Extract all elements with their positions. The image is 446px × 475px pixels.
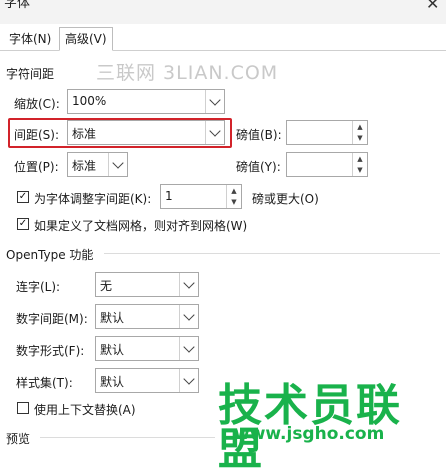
spacing-value: 标准 bbox=[72, 127, 97, 141]
spacing-combo[interactable]: 标准 bbox=[67, 120, 225, 145]
kerning-spinner[interactable]: 1 ▲ ▼ bbox=[160, 184, 242, 209]
spacing-pt-label: 磅值(B): bbox=[236, 128, 282, 142]
spin-down-icon[interactable]: ▼ bbox=[353, 165, 367, 177]
spacing-pt-spinner[interactable]: ▲ ▼ bbox=[286, 120, 368, 145]
scale-dropdown-button[interactable] bbox=[205, 90, 224, 113]
section-divider bbox=[40, 437, 215, 438]
spin-up-icon[interactable]: ▲ bbox=[353, 153, 367, 165]
position-dropdown-button[interactable] bbox=[108, 153, 127, 176]
chevron-down-icon bbox=[209, 93, 221, 106]
tab-font[interactable]: 字体(N) bbox=[4, 28, 56, 50]
num-spacing-dropdown-button[interactable] bbox=[179, 305, 198, 328]
num-forms-combo[interactable]: 默认 bbox=[95, 336, 199, 361]
watermark-url: www.jsgho.com bbox=[234, 424, 385, 444]
kerning-suffix: 磅或更大(O) bbox=[252, 192, 319, 206]
spacing-dropdown-button[interactable] bbox=[205, 121, 224, 144]
spin-down-icon[interactable]: ▼ bbox=[353, 133, 367, 145]
window-title: 字体 bbox=[4, 0, 31, 11]
spin-up-icon[interactable]: ▲ bbox=[353, 121, 367, 133]
scale-combo[interactable]: 100% bbox=[67, 89, 225, 114]
position-pt-label: 磅值(Y): bbox=[236, 160, 281, 174]
kerning-checkbox[interactable]: ✓ bbox=[17, 191, 29, 203]
stylistic-sets-value: 默认 bbox=[100, 375, 125, 389]
grid-label: 如果定义了文档网格，则对齐到网格(W) bbox=[34, 219, 248, 233]
num-spacing-value: 默认 bbox=[100, 311, 125, 325]
scale-value: 100% bbox=[72, 94, 107, 108]
scale-label: 缩放(C): bbox=[14, 97, 60, 111]
spin-down-icon[interactable]: ▼ bbox=[227, 197, 241, 209]
section-title-preview: 预览 bbox=[6, 432, 31, 446]
num-forms-value: 默认 bbox=[100, 343, 125, 357]
grid-checkbox[interactable]: ✓ bbox=[17, 218, 29, 230]
stylistic-sets-label: 样式集(T): bbox=[16, 376, 73, 390]
contextual-checkbox[interactable] bbox=[17, 402, 29, 414]
tab-advanced[interactable]: 高级(V) bbox=[59, 27, 113, 51]
num-spacing-combo[interactable]: 默认 bbox=[95, 304, 199, 329]
chevron-down-icon bbox=[183, 372, 195, 385]
spin-up-icon[interactable]: ▲ bbox=[227, 185, 241, 197]
chevron-down-icon bbox=[209, 124, 221, 137]
num-forms-dropdown-button[interactable] bbox=[179, 337, 198, 360]
stylistic-sets-combo[interactable]: 默认 bbox=[95, 368, 199, 393]
chevron-down-icon bbox=[112, 156, 124, 169]
section-divider bbox=[104, 253, 440, 254]
chevron-down-icon bbox=[183, 276, 195, 289]
contextual-label: 使用上下文替换(A) bbox=[34, 403, 136, 417]
section-title-char-spacing: 字符间距 bbox=[6, 67, 55, 81]
title-bar bbox=[0, 0, 446, 24]
ligatures-value: 无 bbox=[100, 279, 113, 293]
section-title-opentype: OpenType 功能 bbox=[6, 248, 94, 262]
ligatures-combo[interactable]: 无 bbox=[95, 272, 199, 297]
stylistic-sets-dropdown-button[interactable] bbox=[179, 369, 198, 392]
kerning-value: 1 bbox=[165, 189, 173, 203]
position-pt-spinner[interactable]: ▲ ▼ bbox=[286, 152, 368, 177]
num-forms-label: 数字形式(F): bbox=[16, 344, 85, 358]
close-icon[interactable]: ✕ bbox=[426, 0, 439, 13]
watermark-sanlian: 三联网 3LIAN.COM bbox=[96, 62, 279, 84]
kerning-label: 为字体调整字间距(K): bbox=[34, 192, 152, 206]
position-value: 标准 bbox=[72, 159, 97, 173]
num-spacing-label: 数字间距(M): bbox=[16, 312, 88, 326]
ligatures-label: 连字(L): bbox=[16, 280, 61, 294]
position-label: 位置(P): bbox=[14, 160, 59, 174]
spacing-label: 间距(S): bbox=[14, 128, 60, 142]
chevron-down-icon bbox=[183, 340, 195, 353]
chevron-down-icon bbox=[183, 308, 195, 321]
position-combo[interactable]: 标准 bbox=[67, 152, 128, 177]
ligatures-dropdown-button[interactable] bbox=[179, 273, 198, 296]
